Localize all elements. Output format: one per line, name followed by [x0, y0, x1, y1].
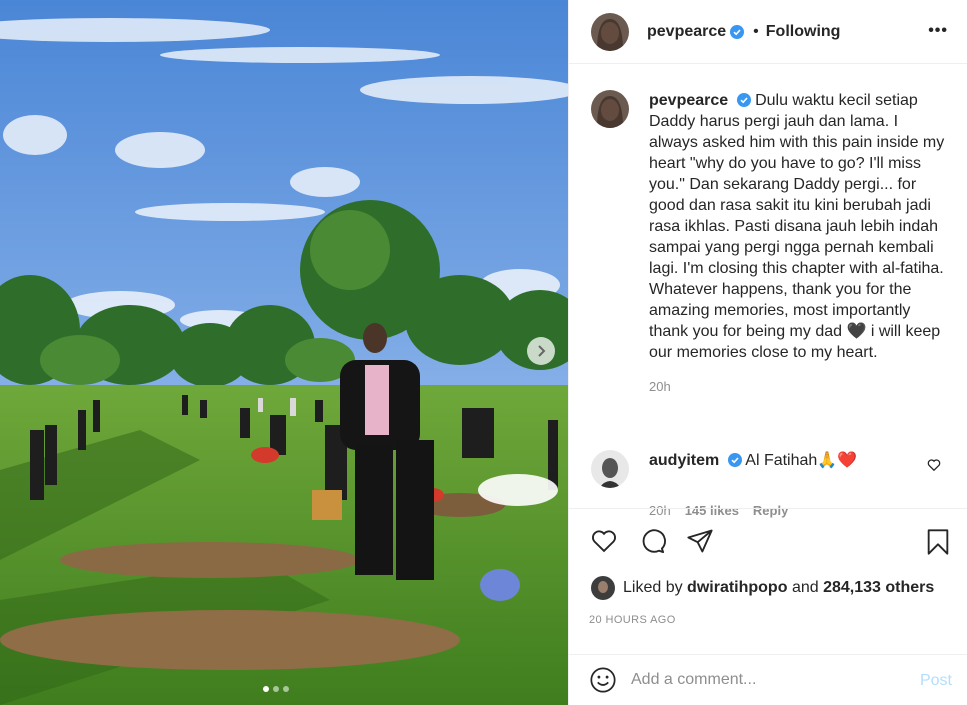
- carousel-indicator: [263, 686, 289, 692]
- post-photo[interactable]: [0, 0, 568, 705]
- emoji-icon[interactable]: [589, 666, 617, 694]
- likes-prefix: Liked by: [623, 579, 683, 596]
- caption-username[interactable]: pevpearce: [649, 92, 728, 109]
- comment-text: Al Fatihah🙏❤️: [745, 452, 858, 469]
- post-caption: pevpearce Dulu waktu kecil setiap Daddy …: [591, 90, 951, 394]
- avatar[interactable]: [591, 12, 629, 51]
- verified-icon: [727, 453, 742, 467]
- next-slide-button[interactable]: [527, 337, 555, 365]
- heart-icon[interactable]: [589, 527, 619, 555]
- carousel-dot: [283, 686, 289, 692]
- more-icon[interactable]: •••: [928, 22, 948, 40]
- share-icon[interactable]: [685, 527, 715, 555]
- post-header: pevpearce • Following •••: [569, 0, 967, 64]
- caption-text: Dulu waktu kecil setiap Daddy harus perg…: [649, 92, 945, 361]
- cemetery-photo: [0, 0, 568, 705]
- add-comment-bar: Post: [569, 654, 967, 705]
- avatar[interactable]: [591, 90, 629, 128]
- liker-avatar[interactable]: [591, 576, 615, 600]
- comment-icon[interactable]: [637, 527, 667, 555]
- chevron-right-icon: [538, 345, 546, 357]
- likes-others[interactable]: 284,133 others: [823, 579, 934, 597]
- carousel-dot: [273, 686, 279, 692]
- post-timestamp[interactable]: 20 HOURS AGO: [589, 614, 676, 626]
- post-actions: [569, 508, 967, 572]
- liker-username[interactable]: dwiratihpopo: [687, 579, 787, 597]
- commenter-username[interactable]: audyitem: [649, 452, 719, 469]
- caption-time[interactable]: 20h: [649, 379, 951, 394]
- bookmark-icon[interactable]: [924, 527, 952, 557]
- post-author-username[interactable]: pevpearce: [647, 23, 726, 41]
- following-button[interactable]: Following: [766, 23, 841, 41]
- commenter-avatar[interactable]: [591, 450, 629, 488]
- post-comment-button[interactable]: Post: [920, 672, 952, 690]
- verified-icon: [736, 93, 751, 107]
- separator: •: [753, 22, 759, 40]
- likes-summary: Liked by dwiratihpopo and 284,133 others: [591, 576, 934, 600]
- verified-icon: [730, 24, 745, 39]
- post-sidebar: pevpearce • Following ••• pevpearce Dulu…: [568, 0, 967, 705]
- likes-and: and: [791, 579, 819, 596]
- comment-heart-icon[interactable]: [927, 458, 941, 472]
- comment-input[interactable]: [631, 671, 901, 689]
- carousel-dot: [263, 686, 269, 692]
